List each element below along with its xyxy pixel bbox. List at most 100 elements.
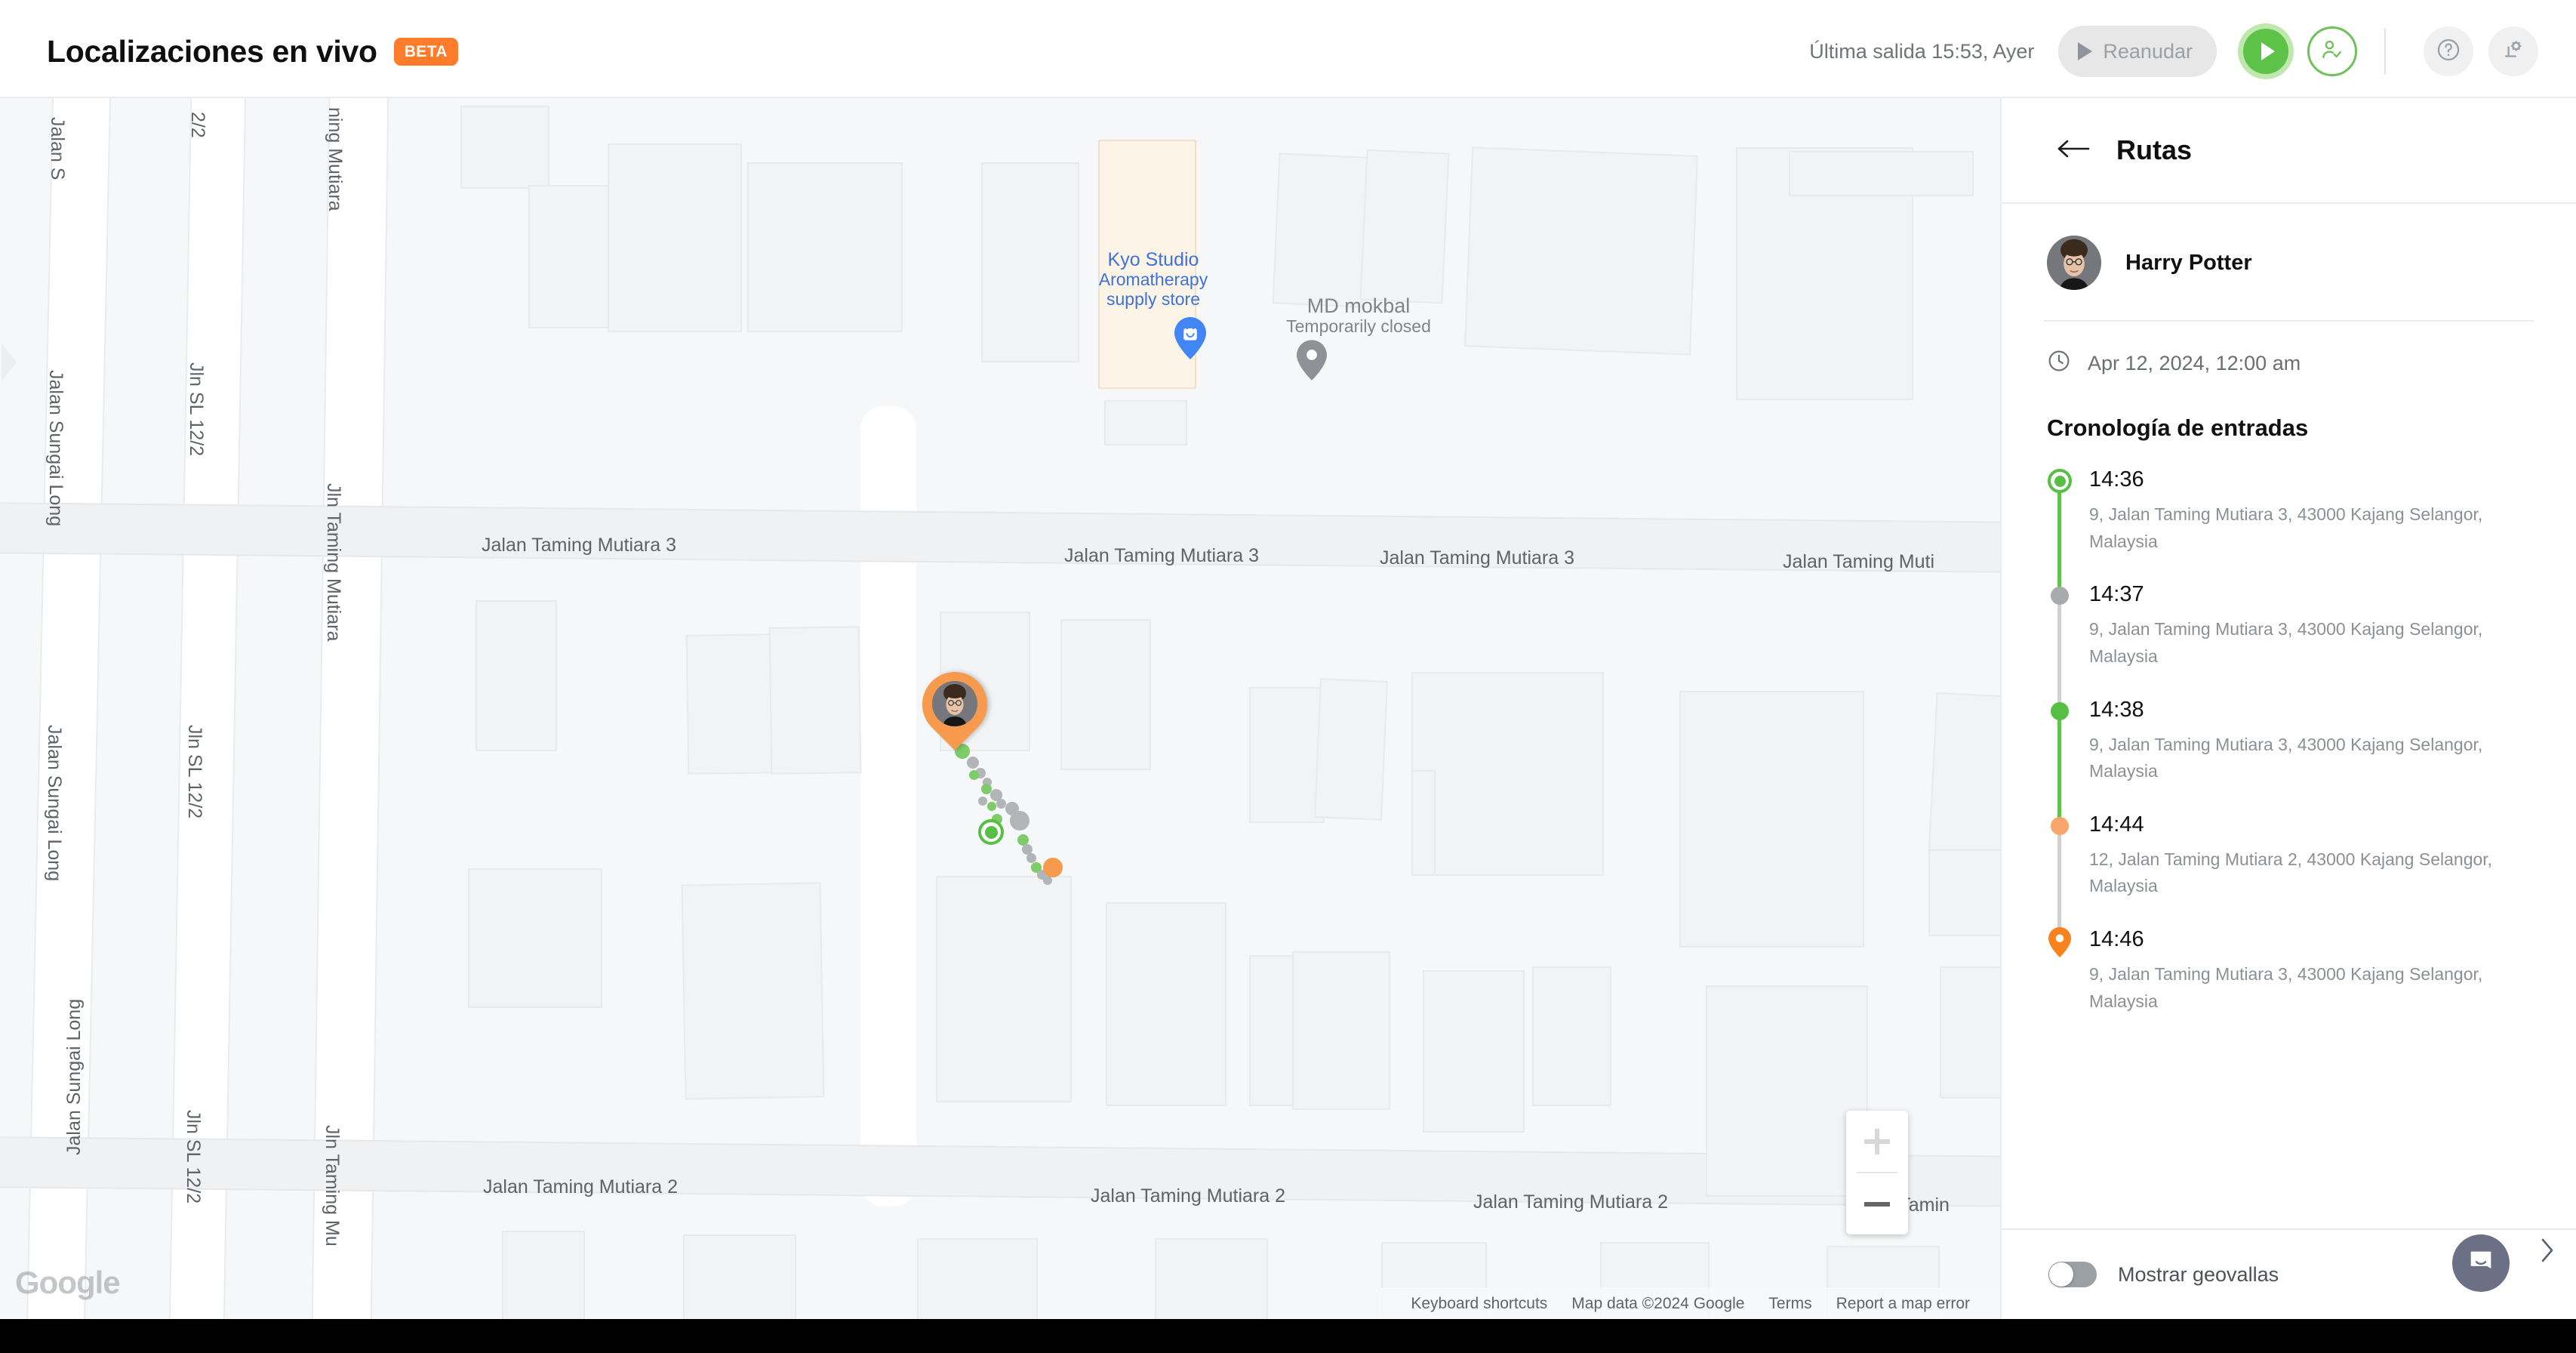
avatar	[2047, 236, 2101, 290]
timeline-gutter	[2047, 814, 2089, 943]
timeline-connector	[2057, 718, 2061, 828]
play-live-inner	[2243, 29, 2288, 74]
route-waypoint-dot	[984, 825, 998, 839]
timeline-entry[interactable]: 14:36 9, Jalan Taming Mutiara 3, 43000 K…	[2047, 469, 2543, 598]
building	[1411, 770, 1436, 876]
panel-date-value: Apr 12, 2024, 12:00 am	[2088, 352, 2301, 374]
terms-link[interactable]: Terms	[1768, 1295, 1811, 1313]
toolbar-divider	[2384, 28, 2386, 75]
map-canvas[interactable]: Jalan Taming Mutiara 3 Jalan Taming Muti…	[0, 98, 2000, 1319]
entry-address: 9, Jalan Taming Mutiara 3, 43000 Kajang …	[2089, 504, 2483, 551]
help-icon	[2436, 37, 2461, 66]
building	[1104, 400, 1187, 445]
keyboard-shortcuts-link[interactable]: Keyboard shortcuts	[1411, 1295, 1547, 1313]
panel-collapse-button[interactable]	[2537, 1234, 2558, 1271]
timeline-entry-body: 14:36 9, Jalan Taming Mutiara 3, 43000 K…	[2089, 469, 2512, 584]
report-map-error-link[interactable]: Report a map error	[1836, 1295, 1970, 1313]
top-bar: Localizaciones en vivo BETA Última salid…	[0, 6, 2576, 98]
toggle-knob	[2049, 1262, 2073, 1287]
entry-time: 14:37	[2089, 582, 2144, 607]
building	[460, 106, 549, 189]
zoom-in-button[interactable]	[1846, 1111, 1908, 1172]
google-logo: Google	[15, 1265, 121, 1300]
plus-icon	[1864, 1128, 1890, 1154]
entry-time: 14:38	[2089, 697, 2144, 722]
building	[1359, 149, 1450, 304]
building	[1679, 691, 1864, 948]
building	[683, 1234, 796, 1319]
building	[1411, 672, 1604, 876]
map-data-text: Map data ©2024 Google	[1571, 1295, 1745, 1312]
road-horizontal	[0, 1136, 2000, 1207]
play-triangle-icon	[2261, 42, 2275, 60]
building	[685, 633, 779, 775]
help-button[interactable]	[2424, 26, 2473, 76]
map-zoom-control[interactable]	[1846, 1111, 1908, 1234]
route-dot	[969, 770, 979, 780]
timeline-connector	[2057, 488, 2061, 598]
zoom-out-button[interactable]	[1846, 1173, 1908, 1234]
building	[1060, 619, 1151, 770]
resume-button[interactable]: Reanudar	[2058, 26, 2217, 77]
place-pin-icon[interactable]	[1297, 340, 1327, 384]
entry-address: 9, Jalan Taming Mutiara 3, 43000 Kajang …	[2089, 734, 2483, 781]
map-collapse-handle[interactable]	[0, 328, 20, 389]
timeline-entry-body: 14:38 9, Jalan Taming Mutiara 3, 43000 K…	[2089, 697, 2512, 814]
building	[917, 1238, 1038, 1319]
bottom-bar	[0, 1319, 2576, 1353]
road-horizontal	[0, 502, 2000, 573]
entry-time: 14:46	[2089, 927, 2144, 952]
timeline-gutter	[2047, 469, 2089, 598]
building	[1423, 970, 1525, 1133]
user-name: Harry Potter	[2125, 250, 2252, 275]
timeline-entry[interactable]: 14:38 9, Jalan Taming Mutiara 3, 43000 K…	[2047, 697, 2543, 828]
building	[1928, 692, 2000, 860]
user-location-marker[interactable]	[909, 658, 1001, 750]
back-arrow-icon[interactable]	[2056, 137, 2091, 164]
top-bar-right: Última salida 15:53, Ayer Reanudar	[1809, 23, 2576, 79]
panel-title: Rutas	[2116, 134, 2193, 165]
show-geofences-label: Mostrar geovallas	[2118, 1262, 2279, 1286]
avatar	[932, 681, 977, 726]
building	[475, 600, 557, 751]
chat-bubble-icon	[2466, 1247, 2496, 1281]
timeline-marker-pin	[2048, 927, 2071, 961]
timeline-marker-dot	[2051, 587, 2069, 606]
road-vertical	[311, 98, 389, 1319]
plant-settings-icon	[2501, 37, 2526, 66]
minus-icon	[1864, 1201, 1890, 1207]
timeline-gutter	[2047, 584, 2089, 713]
poi-sub1: Temporarily closed	[1286, 316, 1431, 337]
entry-address: 12, Jalan Taming Mutiara 2, 43000 Kajang…	[2089, 849, 2493, 896]
timeline-connector	[2057, 603, 2061, 713]
timeline-entry[interactable]: 14:46 9, Jalan Taming Mutiara 3, 43000 K…	[2047, 927, 2543, 1043]
settings-button[interactable]	[2488, 26, 2538, 76]
top-bar-left: Localizaciones en vivo BETA	[0, 34, 458, 69]
play-live-button[interactable]	[2238, 23, 2294, 79]
timeline-entry-body: 14:46 9, Jalan Taming Mutiara 3, 43000 K…	[2089, 929, 2512, 1043]
shop-pin-icon[interactable]	[1174, 317, 1206, 363]
building	[936, 876, 1072, 1102]
person-check-button[interactable]	[2307, 26, 2357, 76]
live-locations-app: Localizaciones en vivo BETA Última salid…	[0, 0, 2576, 1353]
route-waypoint-marker[interactable]	[978, 819, 1004, 845]
road-vertical	[168, 98, 247, 1319]
show-geofences-toggle[interactable]	[2048, 1262, 2097, 1287]
building	[608, 143, 742, 332]
panel-user-row: Harry Potter	[2002, 204, 2576, 290]
panel-header: Rutas	[2002, 98, 2576, 204]
route-dot	[996, 799, 1006, 809]
timeline-marker-dot	[2051, 701, 2069, 720]
timeline-marker-ring	[2048, 469, 2072, 493]
route-endpoint-dot[interactable]	[1043, 858, 1063, 877]
timeline-entry[interactable]: 14:37 9, Jalan Taming Mutiara 3, 43000 K…	[2047, 582, 2543, 713]
play-icon	[2078, 42, 2093, 60]
entry-address: 9, Jalan Taming Mutiara 3, 43000 Kajang …	[2089, 619, 2483, 666]
building	[1249, 687, 1325, 823]
building	[468, 868, 602, 1008]
timeline-entry[interactable]: 14:44 12, Jalan Taming Mutiara 2, 43000 …	[2047, 813, 2543, 943]
timeline-marker-dot	[2051, 816, 2069, 835]
beta-badge: BETA	[393, 37, 458, 66]
chat-bubble-button[interactable]	[2452, 1234, 2510, 1292]
route-dot	[1026, 853, 1036, 863]
